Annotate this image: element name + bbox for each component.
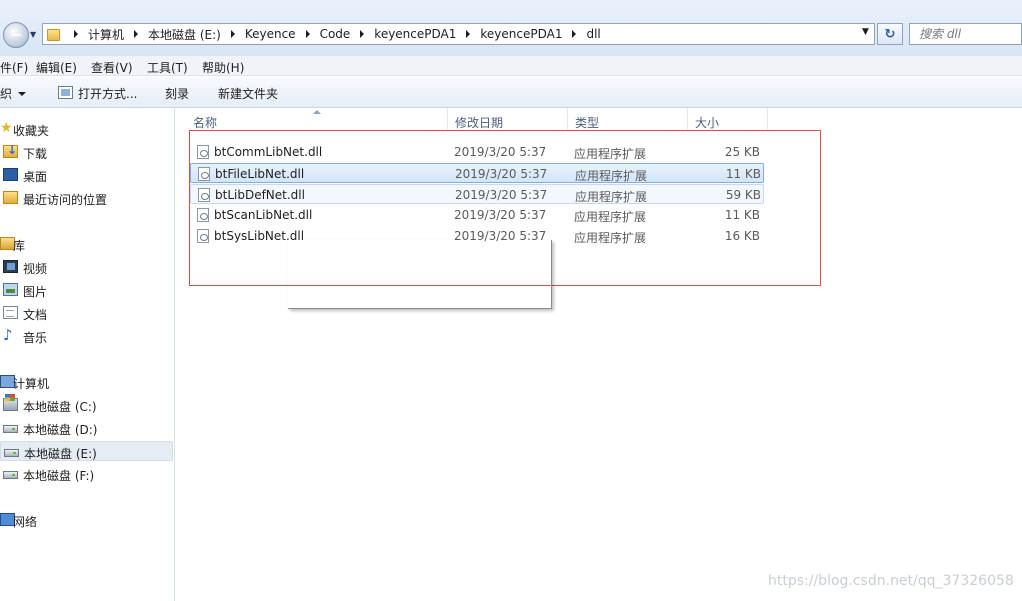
open-with-button[interactable]: 打开方式...	[78, 85, 137, 102]
drive-icon	[4, 449, 19, 457]
breadcrumb-separator-icon[interactable]	[572, 30, 577, 38]
nav-item-label: 计算机	[13, 377, 50, 391]
refresh-button[interactable]: ↻	[877, 23, 903, 45]
nav-item-12[interactable]: 本地磁盘 (E:)	[0, 441, 173, 461]
picture-icon	[3, 283, 18, 296]
video-icon	[3, 260, 18, 273]
music-icon: ♪	[3, 326, 13, 344]
menu-help[interactable]: 帮助(H)	[202, 59, 244, 76]
nav-item-label: 桌面	[23, 170, 48, 184]
breadcrumb-keyencepda1-inner[interactable]: keyencePDA1	[480, 27, 562, 41]
breadcrumb-keyencepda1[interactable]: keyencePDA1	[374, 27, 456, 41]
nav-item-13[interactable]: 本地磁盘 (F:)	[0, 464, 173, 484]
organize-label: 织	[0, 87, 13, 101]
breadcrumb-separator-icon[interactable]	[230, 30, 235, 38]
dropdown-arrow-icon	[18, 92, 27, 96]
breadcrumb-separator-icon[interactable]	[134, 30, 139, 38]
column-header-size[interactable]: 大小	[688, 108, 768, 130]
nav-item-label: 本地磁盘 (E:)	[24, 447, 97, 461]
search-box[interactable]	[909, 23, 1022, 45]
nav-item-2[interactable]: 桌面	[0, 165, 173, 185]
menu-edit[interactable]: 编辑(E)	[36, 59, 77, 76]
nav-item-14[interactable]: 网络	[0, 510, 173, 530]
system-drive-icon	[3, 394, 18, 411]
nav-item-label: 文档	[23, 308, 48, 322]
nav-item-label: 本地磁盘 (C:)	[23, 400, 97, 414]
command-toolbar: 织 打开方式... 刻录 新建文件夹	[0, 77, 1022, 108]
downloads-folder-icon	[3, 143, 18, 158]
burn-button[interactable]: 刻录	[165, 85, 189, 102]
drive-icon	[3, 471, 18, 479]
nav-item-5[interactable]: 视频	[0, 257, 173, 277]
nav-item-label: 库	[13, 239, 26, 253]
history-dropdown-icon[interactable]: ▼	[30, 30, 36, 39]
breadcrumb-computer[interactable]: 计算机	[88, 26, 124, 43]
menu-tools[interactable]: 工具(T)	[147, 59, 188, 76]
nav-item-label: 网络	[13, 515, 38, 529]
search-input[interactable]	[919, 27, 1021, 41]
refresh-icon: ↻	[884, 26, 896, 42]
breadcrumb-drive-e[interactable]: 本地磁盘 (E:)	[148, 26, 221, 43]
address-bar-region: ▼ 计算机 本地磁盘 (E:) Keyence Code keyencePDA1…	[0, 0, 1022, 56]
menu-view[interactable]: 查看(V)	[91, 59, 133, 76]
watermark-text: https://blog.csdn.net/qq_37326058	[768, 573, 1014, 589]
document-icon	[3, 306, 18, 319]
sort-ascending-icon	[313, 110, 321, 114]
nav-item-1[interactable]: 下载	[0, 142, 173, 162]
nav-item-4[interactable]: 库	[0, 234, 173, 254]
open-with-icon	[58, 86, 73, 99]
breadcrumb-keyence[interactable]: Keyence	[245, 27, 296, 41]
breadcrumb-separator-icon[interactable]	[305, 30, 310, 38]
address-bar[interactable]: 计算机 本地磁盘 (E:) Keyence Code keyencePDA1 k…	[42, 23, 875, 45]
nav-item-label: 最近访问的位置	[23, 193, 108, 207]
nav-item-9[interactable]: 计算机	[0, 372, 173, 392]
nav-item-label: 音乐	[23, 331, 48, 345]
nav-item-label: 收藏夹	[13, 124, 50, 138]
breadcrumb-separator-icon[interactable]	[466, 30, 471, 38]
desktop-icon	[3, 168, 18, 181]
breadcrumb-separator-icon[interactable]	[74, 30, 78, 38]
nav-item-label: 视频	[23, 262, 48, 276]
column-header-row: 名称 修改日期 类型 大小	[176, 108, 1022, 130]
nav-item-label: 下载	[23, 147, 48, 161]
annotation-drawn-lines	[288, 240, 552, 309]
nav-item-6[interactable]: 图片	[0, 280, 173, 300]
recent-places-icon	[3, 191, 18, 204]
new-folder-button[interactable]: 新建文件夹	[218, 85, 278, 102]
organize-button[interactable]: 织	[0, 85, 27, 102]
breadcrumb-dll[interactable]: dll	[586, 27, 600, 41]
menu-file[interactable]: 件(F)	[0, 59, 28, 76]
column-header-type[interactable]: 类型	[568, 108, 688, 130]
nav-item-label: 图片	[23, 285, 48, 299]
nav-item-10[interactable]: 本地磁盘 (C:)	[0, 394, 173, 415]
column-header-date[interactable]: 修改日期	[448, 108, 568, 130]
back-button[interactable]	[3, 22, 29, 48]
nav-item-0[interactable]: ★ 收藏夹	[0, 119, 173, 139]
nav-item-11[interactable]: 本地磁盘 (D:)	[0, 418, 173, 438]
breadcrumb-separator-icon[interactable]	[360, 30, 365, 38]
nav-item-label: 本地磁盘 (F:)	[23, 469, 95, 483]
folder-icon	[47, 29, 60, 41]
nav-item-7[interactable]: 文档	[0, 303, 173, 323]
nav-item-3[interactable]: 最近访问的位置	[0, 188, 173, 208]
menu-bar: 件(F) 编辑(E) 查看(V) 工具(T) 帮助(H)	[0, 56, 1022, 76]
address-dropdown-icon[interactable]: ▼	[862, 27, 869, 37]
nav-item-8[interactable]: ♪ 音乐	[0, 326, 173, 346]
drive-icon	[3, 425, 18, 433]
nav-item-label: 本地磁盘 (D:)	[23, 423, 98, 437]
breadcrumb-code[interactable]: Code	[320, 27, 351, 41]
